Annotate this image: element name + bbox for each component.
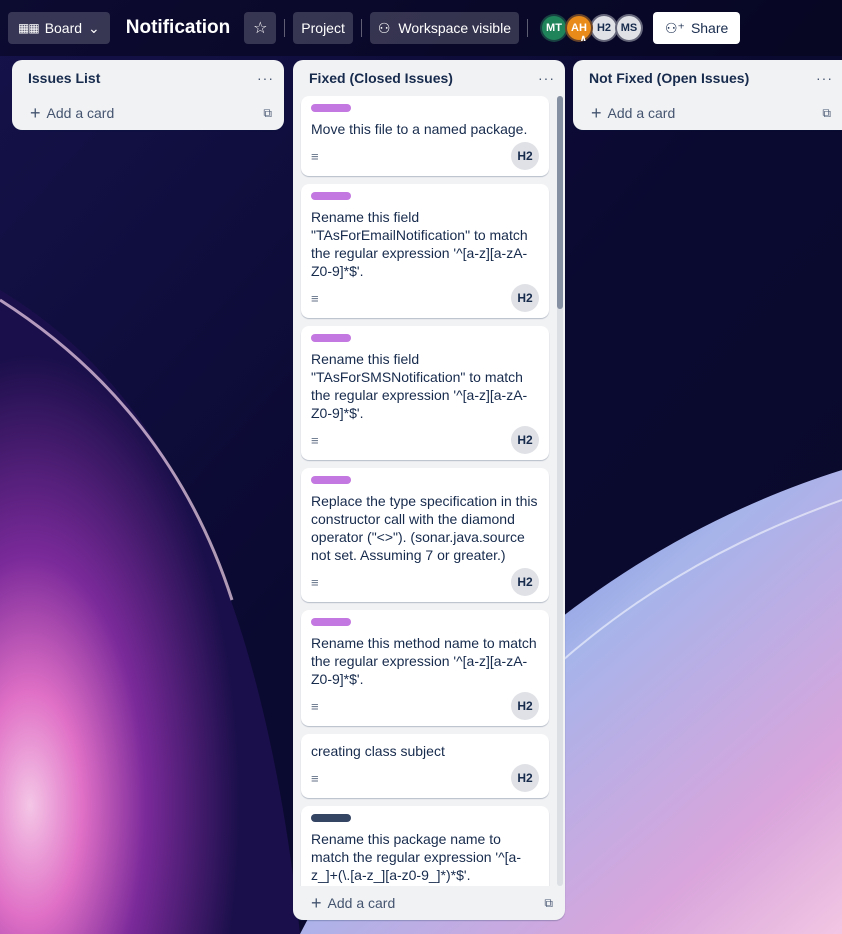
- list-header: Issues List ···: [12, 60, 284, 96]
- star-button[interactable]: ☆: [244, 12, 277, 44]
- project-label: Project: [301, 20, 345, 36]
- avatar[interactable]: MT: [539, 14, 568, 42]
- card-footer: ≡ H2: [311, 568, 539, 596]
- card-member-avatar[interactable]: H2: [511, 142, 539, 170]
- list-not-fixed: Not Fixed (Open Issues) ··· + Add a card…: [573, 60, 842, 130]
- card[interactable]: Rename this field "TAsForEmailNotificati…: [301, 184, 549, 318]
- card-member-avatar[interactable]: H2: [511, 764, 539, 792]
- list-issues: Issues List ··· + Add a card ⧉: [12, 60, 284, 130]
- list-header: Fixed (Closed Issues) ···: [293, 60, 565, 96]
- add-card-label: Add a card: [327, 895, 396, 911]
- description-icon: ≡: [311, 770, 319, 786]
- list-title[interactable]: Fixed (Closed Issues): [309, 70, 453, 86]
- card-label[interactable]: [311, 618, 351, 626]
- card[interactable]: Rename this package name to match the re…: [301, 806, 549, 886]
- card-footer: ≡ H2: [311, 142, 539, 170]
- card[interactable]: Move this file to a named package. ≡ H2: [301, 96, 549, 176]
- view-switcher-button[interactable]: ▦▦ Board ⌄: [8, 12, 110, 44]
- add-card-label: Add a card: [607, 105, 676, 121]
- card-list: Move this file to a named package. ≡ H2 Ren…: [293, 96, 565, 886]
- add-card-row: + Add a card ⧉: [12, 96, 284, 130]
- admin-badge-icon: ∧: [579, 33, 587, 43]
- description-icon: ≡: [311, 148, 319, 164]
- card-label[interactable]: [311, 476, 351, 484]
- card-footer: ≡ H2: [311, 692, 539, 720]
- add-card-button[interactable]: + Add a card: [30, 103, 114, 124]
- template-icon[interactable]: ⧉: [544, 896, 553, 911]
- card-title: Move this file to a named package.: [311, 121, 528, 137]
- card-member-avatar[interactable]: H2: [511, 284, 539, 312]
- card-label[interactable]: [311, 814, 351, 822]
- view-label: Board: [44, 20, 83, 36]
- list-menu-button[interactable]: ···: [538, 70, 555, 86]
- add-card-button[interactable]: + Add a card: [311, 893, 395, 914]
- card[interactable]: Rename this field "TAsForSMSNotification…: [301, 326, 549, 460]
- avatar[interactable]: H2: [589, 14, 618, 42]
- card-member-avatar[interactable]: H2: [511, 692, 539, 720]
- card-footer: ≡ H2: [311, 764, 539, 792]
- visibility-label: Workspace visible: [398, 20, 511, 36]
- card-label[interactable]: [311, 192, 351, 200]
- card-title: Rename this field "TAsForEmailNotificati…: [311, 209, 528, 279]
- card-footer: ≡ H2: [311, 426, 539, 454]
- add-person-icon: ⚇⁺: [664, 19, 685, 36]
- card-title: Rename this method name to match the reg…: [311, 635, 537, 687]
- share-button[interactable]: ⚇⁺ Share: [652, 12, 741, 44]
- header-divider: [526, 19, 528, 37]
- scrollbar[interactable]: [557, 96, 563, 886]
- card[interactable]: Replace the type specification in this c…: [301, 468, 549, 602]
- people-icon: ⚇: [377, 19, 391, 36]
- card[interactable]: Rename this method name to match the reg…: [301, 610, 549, 726]
- plus-icon: +: [311, 892, 322, 913]
- description-icon: ≡: [311, 698, 319, 714]
- card-footer: ≡ H2: [311, 284, 539, 312]
- card-title: Replace the type specification in this c…: [311, 493, 538, 563]
- chevron-down-icon: ⌄: [88, 19, 100, 36]
- plus-icon: +: [591, 102, 602, 123]
- member-avatars: MT AH ∧ H2 MS: [539, 14, 643, 43]
- template-icon[interactable]: ⧉: [822, 106, 831, 121]
- visibility-button[interactable]: ⚇ Workspace visible: [369, 12, 519, 44]
- board-header: ▦▦ Board ⌄ Notification ☆ Project ⚇ Work…: [0, 0, 842, 56]
- project-button[interactable]: Project: [293, 12, 353, 44]
- card-title: creating class subject: [311, 743, 445, 759]
- template-icon[interactable]: ⧉: [263, 106, 272, 121]
- add-card-label: Add a card: [46, 105, 115, 121]
- list-title[interactable]: Issues List: [28, 70, 100, 86]
- header-divider: [360, 19, 362, 37]
- card-label[interactable]: [311, 334, 351, 342]
- star-icon: ☆: [253, 20, 268, 37]
- board-icon: ▦▦: [18, 21, 40, 35]
- card-title: Rename this package name to match the re…: [311, 831, 522, 883]
- add-card-row: + Add a card ⧉: [573, 96, 842, 130]
- list-header: Not Fixed (Open Issues) ···: [573, 60, 842, 96]
- list-menu-button[interactable]: ···: [257, 70, 274, 86]
- description-icon: ≡: [311, 574, 319, 590]
- list-fixed: Fixed (Closed Issues) ··· Move this file…: [293, 60, 565, 920]
- share-label: Share: [690, 20, 729, 36]
- card-label[interactable]: [311, 104, 351, 112]
- card-member-avatar[interactable]: H2: [511, 568, 539, 596]
- avatar[interactable]: AH ∧: [564, 14, 593, 43]
- header-divider: [284, 19, 286, 37]
- list-menu-button[interactable]: ···: [816, 70, 833, 86]
- card-title: Rename this field "TAsForSMSNotification…: [311, 351, 528, 421]
- scrollbar-thumb[interactable]: [557, 96, 563, 309]
- list-title[interactable]: Not Fixed (Open Issues): [589, 70, 749, 86]
- add-card-button[interactable]: + Add a card: [591, 103, 675, 124]
- card-member-avatar[interactable]: H2: [511, 426, 539, 454]
- add-card-row: + Add a card ⧉: [293, 886, 565, 920]
- description-icon: ≡: [311, 290, 319, 306]
- plus-icon: +: [30, 102, 41, 123]
- card[interactable]: creating class subject ≡ H2: [301, 734, 549, 798]
- board-title[interactable]: Notification: [126, 17, 231, 39]
- description-icon: ≡: [311, 432, 319, 448]
- avatar[interactable]: MS: [614, 14, 643, 42]
